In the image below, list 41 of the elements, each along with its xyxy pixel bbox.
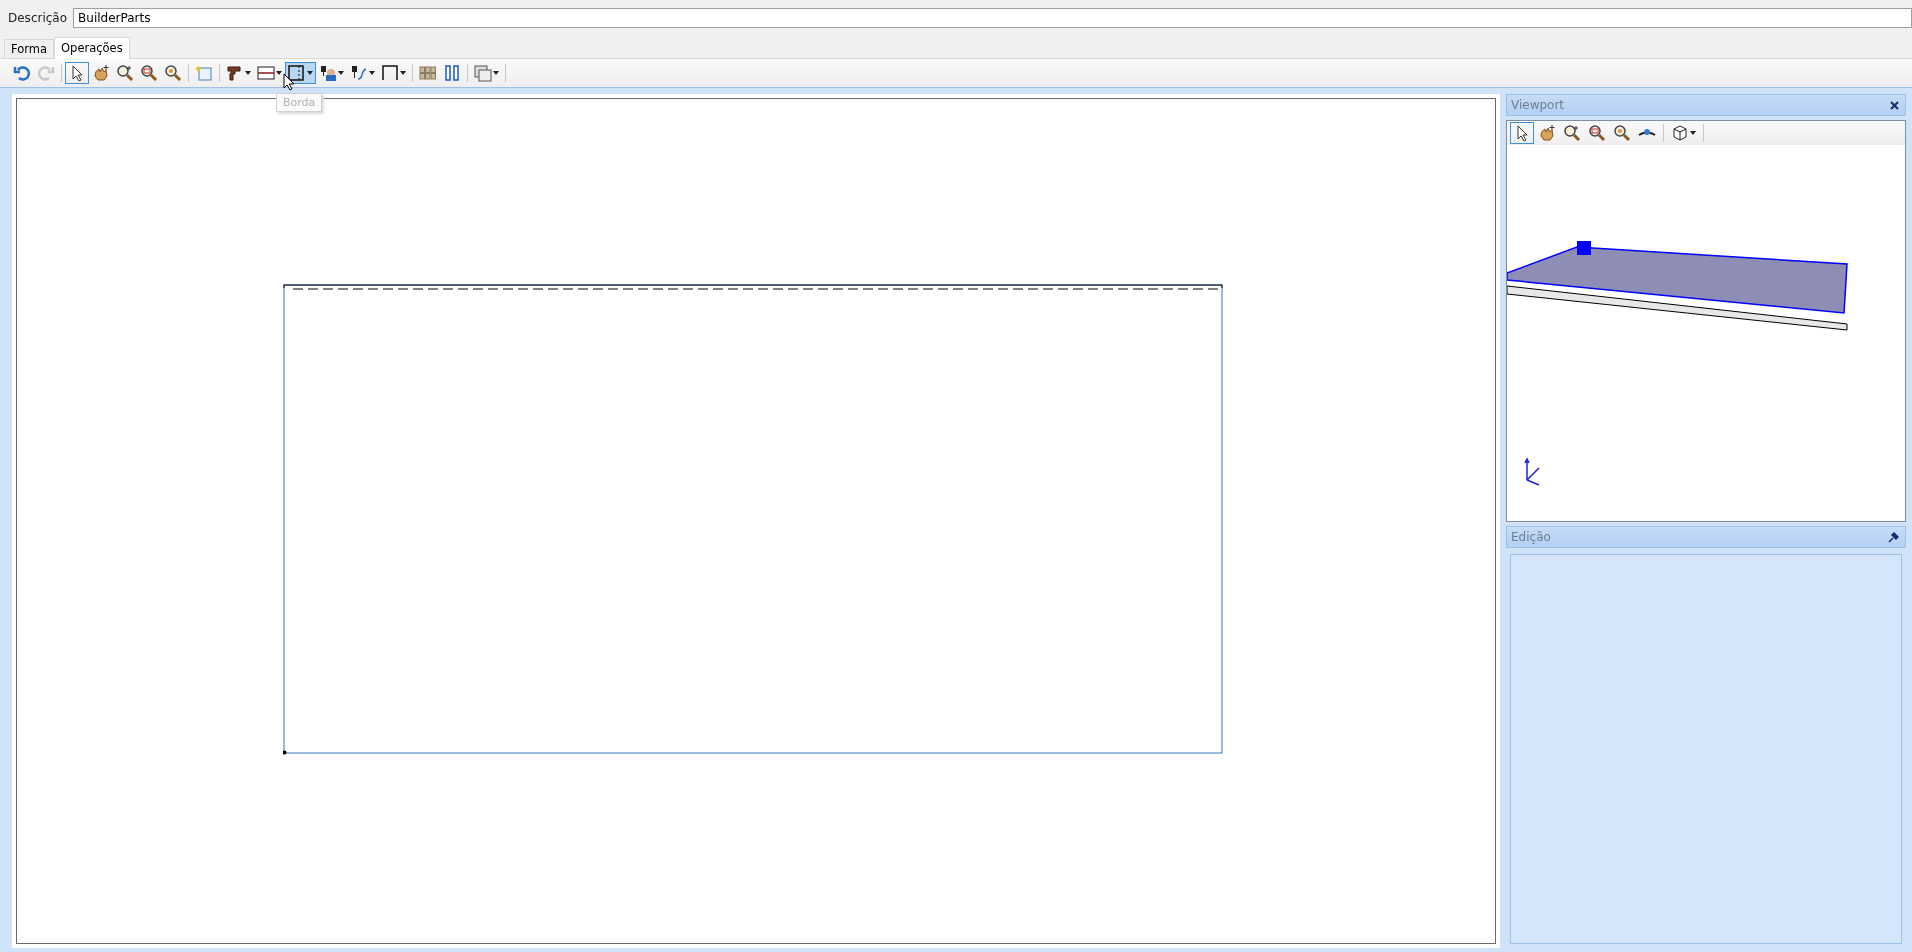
redo-icon [37,64,55,82]
panel-title: Edição [1511,530,1551,544]
path-icon [350,64,368,82]
zoom-in-icon [1563,124,1581,142]
caret-icon [369,71,375,75]
windows-icon [474,64,492,82]
hand-icon [92,64,110,82]
caret-icon [493,71,499,75]
zoom-extents-icon [1613,124,1631,142]
caret-icon [338,71,344,75]
close-icon[interactable] [1890,100,1899,110]
description-label: Descrição [8,11,68,25]
caret-icon [400,71,406,75]
caret-icon [245,71,251,75]
dropdown-button[interactable] [285,62,316,84]
description-field[interactable]: BuilderParts [73,8,1912,28]
new-sketch-icon [195,64,213,82]
cube-icon [1671,124,1689,142]
undo-icon [13,64,31,82]
caret-icon [276,71,282,75]
grid-icon [419,64,437,82]
tab[interactable]: Operações [54,37,130,59]
zoom-extents-icon [164,64,182,82]
hand-icon [1538,124,1556,142]
caret-icon [307,71,313,75]
zoom-in-icon [116,64,134,82]
panel-title: Viewport [1511,98,1565,112]
dimension-icon [381,64,399,82]
columns-icon [443,64,461,82]
tool-button[interactable] [1510,122,1534,144]
tool-button[interactable] [65,62,89,84]
cursor-icon [283,73,295,91]
drill-icon [226,64,244,82]
border-icon [288,64,306,82]
zoom-window-icon [140,64,158,82]
tab[interactable]: Forma [4,39,55,58]
tooltip: Borda [276,93,323,112]
zoom-window-icon [1588,124,1606,142]
milling-icon [319,64,337,82]
caret-icon [1690,131,1696,135]
rows-icon [257,64,275,82]
